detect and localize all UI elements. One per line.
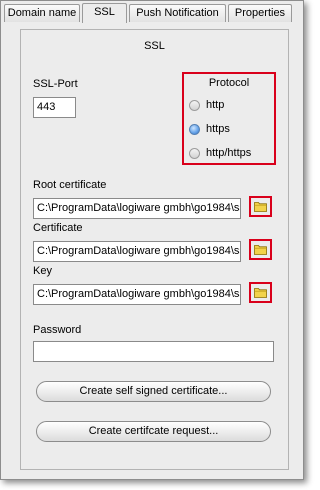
protocol-title: Protocol	[208, 77, 250, 89]
root-certificate-label: Root certificate	[33, 179, 107, 191]
radio-label-http: http	[206, 99, 225, 111]
ssl-port-label: SSL-Port	[33, 78, 78, 90]
protocol-group: Protocol http https http/https	[182, 72, 276, 165]
certificate-browse-button[interactable]	[249, 239, 272, 260]
key-input[interactable]: C:\ProgramData\logiware gmbh\go1984\ss	[33, 284, 241, 305]
password-label: Password	[33, 324, 82, 336]
create-self-signed-certificate-button[interactable]: Create self signed certificate...	[36, 381, 271, 402]
radio-https[interactable]	[189, 124, 200, 135]
tab-domain-name[interactable]: Domain name	[4, 4, 80, 22]
root-certificate-input[interactable]: C:\ProgramData\logiware gmbh\go1984\ss	[33, 198, 241, 219]
ssl-panel: SSL SSL-Port 443 Protocol http https htt…	[20, 29, 289, 470]
panel-title: SSL	[144, 40, 165, 52]
radio-http[interactable]	[189, 100, 200, 111]
tab-ssl[interactable]: SSL	[82, 3, 127, 23]
folder-icon	[254, 245, 267, 255]
ssl-port-input[interactable]: 443	[33, 97, 76, 118]
ssl-settings-window: Domain name SSL Push Notification Proper…	[0, 0, 304, 480]
create-certificate-request-button[interactable]: Create certifcate request...	[36, 421, 271, 442]
certificate-input[interactable]: C:\ProgramData\logiware gmbh\go1984\ss	[33, 241, 241, 262]
password-input[interactable]	[33, 341, 274, 362]
radio-label-https: https	[206, 123, 230, 135]
key-browse-button[interactable]	[249, 282, 272, 303]
folder-icon	[254, 288, 267, 298]
tab-push-notification[interactable]: Push Notification	[129, 4, 226, 22]
folder-icon	[254, 202, 267, 212]
radio-label-http-https: http/https	[206, 147, 252, 159]
root-certificate-browse-button[interactable]	[249, 196, 272, 217]
key-label: Key	[33, 265, 52, 277]
radio-http-https[interactable]	[189, 148, 200, 159]
tab-properties[interactable]: Properties	[228, 4, 292, 22]
certificate-label: Certificate	[33, 222, 83, 234]
